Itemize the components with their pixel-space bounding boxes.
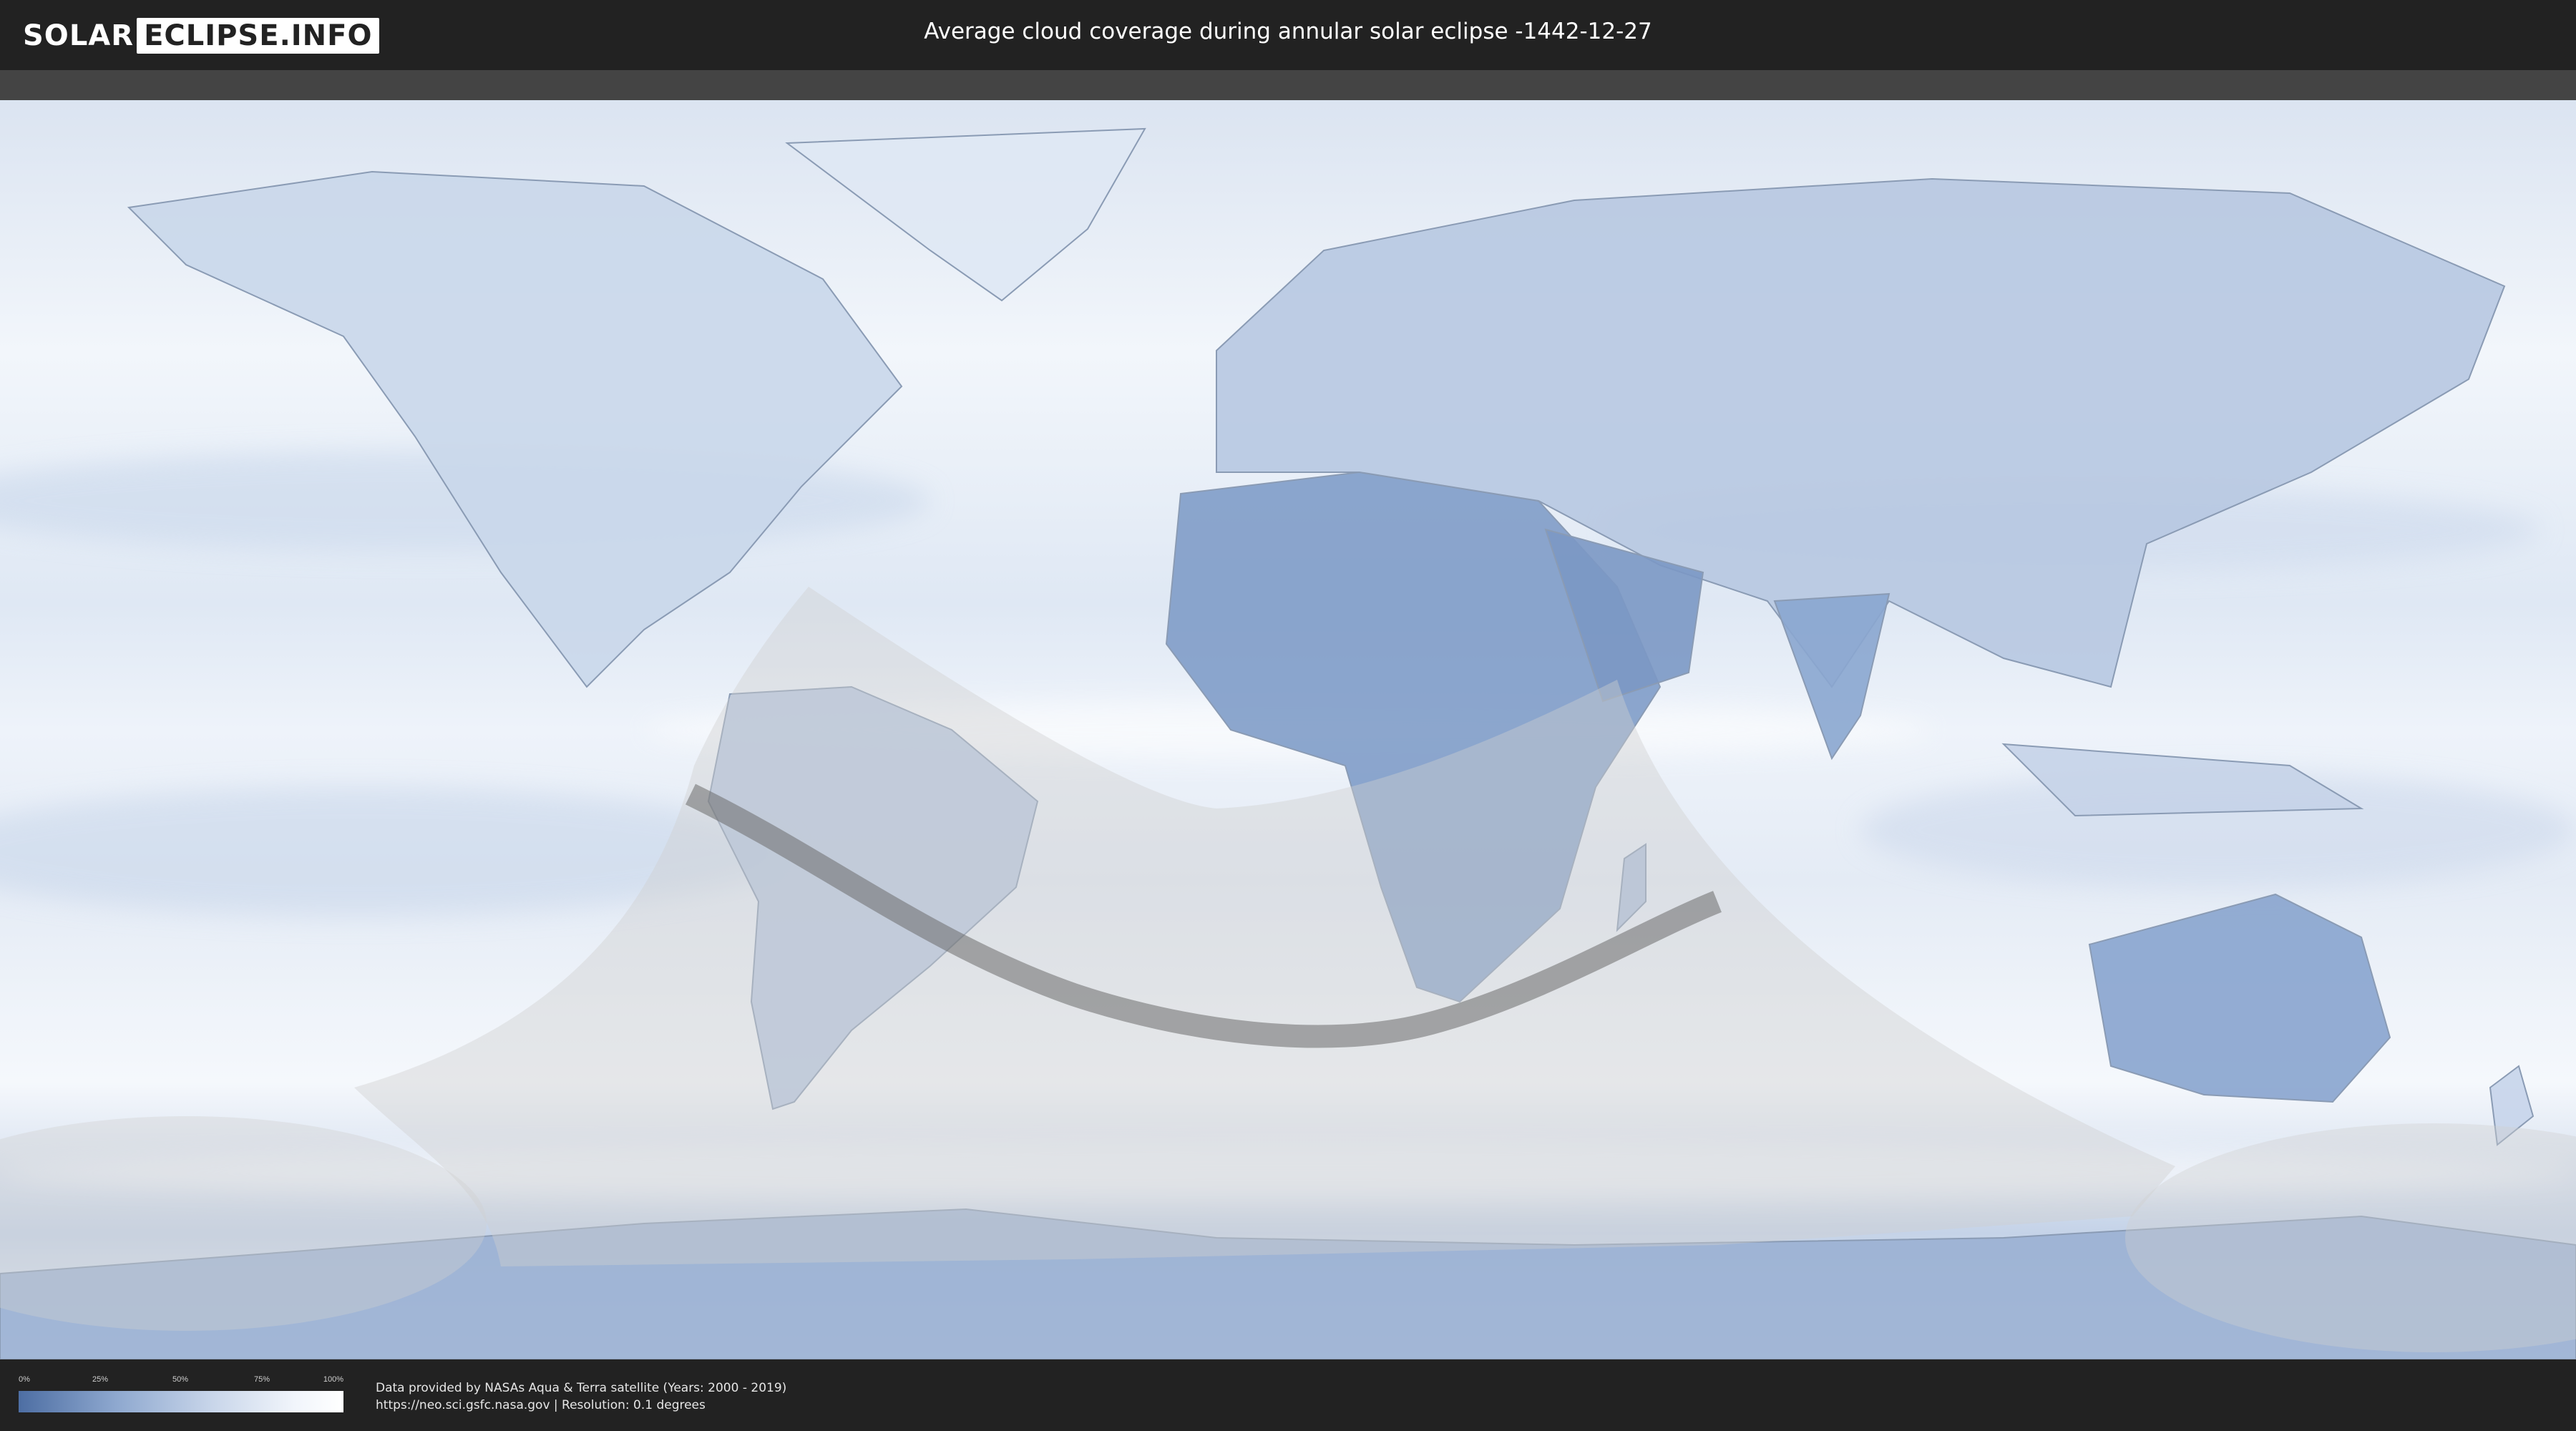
cloud-coverage-map[interactable] [0,100,2576,1359]
legend-gradient-bar [19,1391,343,1412]
credits-line-url[interactable]: https://neo.sci.gsfc.nasa.gov | Resoluti… [376,1397,786,1414]
legend-tick-0: 0% [19,1375,30,1384]
legend-tick-25: 25% [92,1375,109,1384]
header-divider-strip [0,70,2576,100]
data-credits: Data provided by NASAs Aqua & Terra sate… [376,1379,786,1414]
credits-line-source: Data provided by NASAs Aqua & Terra sate… [376,1381,787,1395]
page-title: Average cloud coverage during annular so… [924,19,1652,44]
legend-tick-50: 50% [172,1375,189,1384]
cloud-coverage-legend: 0% 25% 50% 75% 100% [19,1375,343,1414]
legend-tick-100: 100% [323,1375,344,1384]
legend-tick-75: 75% [253,1375,270,1384]
header-bar: SOLAR ECLIPSE.INFO Average cloud coverag… [0,0,2576,70]
